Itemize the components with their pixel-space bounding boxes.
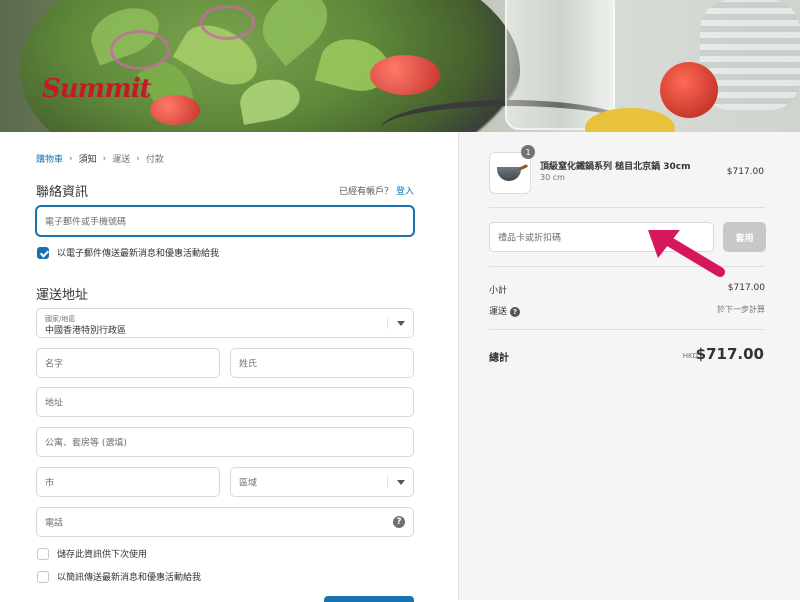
country-select[interactable]: 國家/地區 中國香港特別行政區	[36, 308, 414, 338]
total-value: $717.00	[695, 345, 764, 363]
total-label: 總計	[489, 353, 509, 364]
email-opt-in-label: 以電子郵件傳送最新消息和優惠活動給我	[57, 249, 220, 259]
sms-opt-in-option[interactable]: 以簡訊傳送最新消息和優惠活動給我	[37, 570, 201, 583]
help-icon[interactable]: ?	[510, 306, 521, 317]
water-jar-image	[505, 0, 615, 130]
shipping-label: 運送	[489, 307, 508, 317]
phone-field[interactable]: 電話 ?	[36, 507, 414, 537]
breadcrumb-cart[interactable]: 購物車	[36, 152, 63, 165]
product-variant: 30 cm	[540, 173, 565, 182]
gift-card-placeholder: 禮品卡或折扣碼	[498, 233, 562, 244]
save-info-checkbox[interactable]	[37, 547, 49, 560]
first-name-field[interactable]: 名字	[36, 348, 220, 378]
last-name-placeholder: 姓氏	[239, 359, 258, 370]
breadcrumb: 購物車 › 須知 › 運送 › 付款	[36, 152, 164, 166]
last-name-field[interactable]: 姓氏	[230, 348, 414, 378]
city-placeholder: 市	[45, 478, 55, 489]
email-field[interactable]: 電子郵件或手機號碼	[36, 206, 414, 236]
region-select[interactable]: 區域	[230, 467, 414, 497]
first-name-placeholder: 名字	[45, 359, 64, 370]
shipping-value: 於下一步計算	[717, 305, 765, 314]
product-name: 頂級窒化鐵鍋系列 槌目北京鍋 30cm	[540, 162, 691, 172]
shipping-title: 運送地址	[36, 288, 89, 303]
login-link[interactable]: 登入	[396, 187, 414, 197]
city-field[interactable]: 市	[36, 467, 220, 497]
subtotal-label: 小計	[489, 286, 508, 296]
region-placeholder: 區域	[239, 478, 258, 489]
save-info-label: 儲存此資訊供下次使用	[57, 550, 148, 560]
annotation-arrow-icon	[648, 230, 725, 277]
sms-opt-in-checkbox[interactable]	[37, 570, 49, 583]
quantity-badge: 1	[521, 145, 535, 159]
breadcrumb-payment: 付款	[145, 155, 164, 165]
country-value: 中國香港特別行政區	[45, 326, 127, 336]
chevron-right-icon: ›	[102, 153, 107, 164]
address-field[interactable]: 地址	[36, 387, 414, 417]
subtotal-value: $717.00	[727, 283, 765, 293]
chevron-right-icon: ›	[69, 153, 73, 164]
tomato-image	[660, 62, 718, 118]
address-placeholder: 地址	[45, 398, 64, 409]
divider	[489, 207, 765, 208]
email-opt-in[interactable]: 以電子郵件傳送最新消息和優惠活動給我	[37, 246, 219, 259]
help-icon[interactable]: ?	[393, 516, 405, 528]
chevron-down-icon	[387, 476, 413, 488]
hero-banner: Summit	[0, 0, 800, 132]
subtotal-row: 小計 $717.00	[489, 283, 765, 296]
breadcrumb-information: 須知	[78, 155, 97, 165]
apartment-placeholder: 公寓、套房等 (選填)	[45, 438, 127, 449]
order-summary: 1 頂級窒化鐵鍋系列 槌目北京鍋 30cm 30 cm $717.00 禮品卡或…	[458, 132, 800, 600]
contact-title: 聯絡資訊	[36, 185, 89, 200]
apartment-field[interactable]: 公寓、套房等 (選填)	[36, 427, 414, 457]
checkout-form: 購物車 › 須知 › 運送 › 付款 聯絡資訊 已經有帳戶？ 登入 電子郵件或手…	[0, 132, 458, 602]
chevron-right-icon: ›	[136, 153, 140, 164]
email-opt-in-checkbox[interactable]	[37, 246, 49, 259]
divider	[489, 329, 765, 330]
breadcrumb-shipping: 運送	[112, 155, 131, 165]
login-prompt: 已經有帳戶？ 登入	[339, 184, 414, 197]
product-price: $717.00	[726, 167, 764, 177]
email-placeholder: 電子郵件或手機號碼	[45, 217, 127, 228]
phone-placeholder: 電話	[45, 518, 64, 529]
shipping-row: 運送? 於下一步計算	[489, 304, 765, 317]
brand-logo[interactable]: Summit	[42, 74, 152, 104]
sms-opt-in-label: 以簡訊傳送最新消息和優惠活動給我	[57, 573, 202, 583]
save-info-option[interactable]: 儲存此資訊供下次使用	[37, 547, 147, 560]
continue-button[interactable]	[324, 596, 414, 602]
have-account-text: 已經有帳戶？	[339, 187, 394, 197]
chevron-down-icon	[387, 317, 413, 329]
